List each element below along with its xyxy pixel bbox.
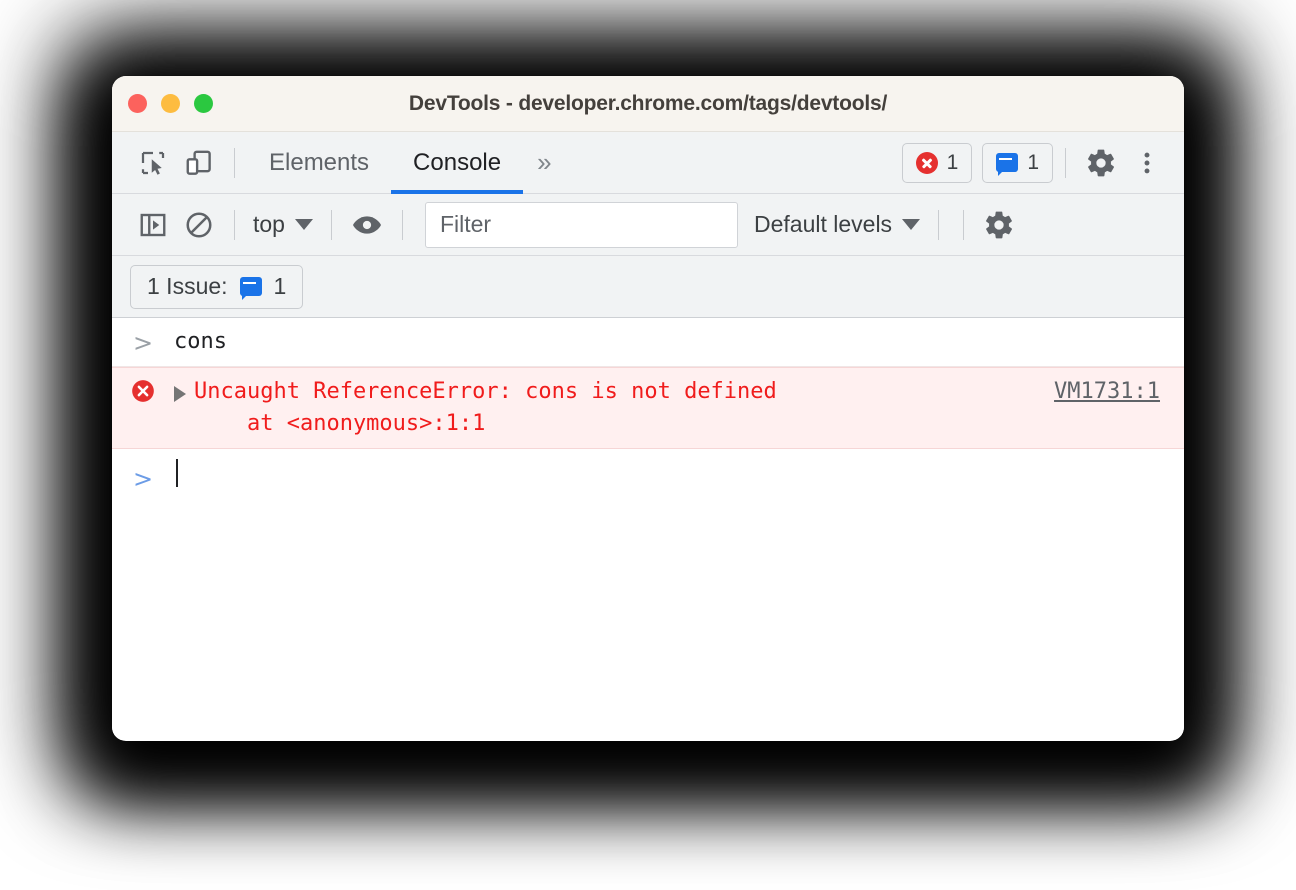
console-error-text: Uncaught ReferenceError: cons is not def… (194, 376, 1030, 440)
gear-icon (1085, 147, 1117, 179)
console-filter-input[interactable]: Filter (424, 201, 738, 248)
text-cursor (176, 459, 178, 487)
console-prompt-input[interactable] (174, 459, 178, 497)
issues-summary-button[interactable]: 1 Issue: 1 (130, 264, 304, 309)
issues-toolbar: 1 Issue: 1 (112, 256, 1184, 318)
devtools-settings-button[interactable] (1078, 140, 1124, 186)
filterbar-divider-4 (938, 209, 940, 240)
console-sidebar-icon (138, 210, 168, 240)
console-error-source-link[interactable]: VM1731:1 (1054, 376, 1184, 408)
console-error-entry[interactable]: Uncaught ReferenceError: cons is not def… (112, 367, 1184, 449)
console-prompt-gutter: > (112, 462, 174, 494)
more-tabs-button[interactable]: » (523, 132, 565, 194)
issues-count-badge[interactable]: 1 (982, 142, 1053, 183)
tab-elements[interactable]: Elements (247, 132, 391, 194)
device-toolbar-button[interactable] (176, 140, 222, 186)
inspect-element-button[interactable] (130, 140, 176, 186)
toolbar-divider (234, 147, 235, 178)
error-circle-icon (130, 378, 156, 404)
chevron-down-icon (902, 219, 921, 230)
console-prompt-entry[interactable]: > (112, 449, 1184, 505)
filterbar-divider-2 (330, 209, 332, 240)
double-chevron-right-icon: » (537, 147, 552, 177)
screenshot-stage: DevTools - developer.chrome.com/tags/dev… (0, 0, 1296, 890)
window-title: DevTools - developer.chrome.com/tags/dev… (408, 91, 888, 115)
issue-message-icon (996, 153, 1019, 176)
console-message-list[interactable]: > cons Uncaught ReferenceError: cons is … (112, 318, 1184, 740)
eye-icon (351, 209, 383, 241)
filterbar-divider-5 (963, 209, 965, 240)
input-prompt-icon: > (132, 329, 154, 357)
console-input-text: cons (174, 329, 227, 354)
issue-message-icon (239, 277, 262, 300)
console-filter-placeholder: Filter (439, 211, 492, 237)
issues-count-value: 1 (1027, 151, 1039, 174)
devtools-more-options-button[interactable] (1124, 140, 1170, 186)
execution-context-label: top (253, 211, 285, 237)
console-error-line-1: Uncaught ReferenceError: cons is not def… (194, 379, 777, 404)
window-titlebar: DevTools - developer.chrome.com/tags/dev… (112, 76, 1184, 132)
log-levels-selector[interactable]: Default levels (748, 203, 926, 247)
error-count-badge[interactable]: 1 (901, 142, 973, 183)
chevron-down-icon (294, 219, 313, 230)
error-count-value: 1 (946, 151, 959, 174)
traffic-light-group (128, 76, 213, 131)
console-sidebar-toggle-button[interactable] (130, 202, 176, 248)
minimize-window-button[interactable] (161, 94, 180, 113)
maximize-window-button[interactable] (194, 94, 213, 113)
log-levels-label: Default levels (753, 211, 893, 237)
devtools-window: DevTools - developer.chrome.com/tags/dev… (112, 76, 1184, 741)
toolbar-divider-2 (1065, 147, 1066, 178)
tab-console[interactable]: Console (391, 132, 524, 194)
console-error-line-2: at <anonymous>:1:1 (194, 411, 486, 436)
filterbar-divider-3 (401, 209, 403, 240)
execution-context-selector[interactable]: top (247, 203, 319, 247)
devtools-tabbar: Elements Console » 1 1 (112, 132, 1184, 194)
issues-summary-label: 1 Issue: (147, 273, 228, 299)
filterbar-divider-1 (234, 209, 235, 240)
console-settings-button[interactable] (976, 202, 1022, 248)
tab-console-label: Console (413, 148, 502, 176)
tab-elements-label: Elements (269, 148, 370, 176)
console-entry-gutter: > (112, 326, 174, 358)
gear-icon (983, 209, 1015, 241)
expand-triangle-icon[interactable] (174, 386, 186, 402)
console-input-entry: > cons (112, 318, 1184, 367)
kebab-menu-icon (1133, 149, 1161, 177)
error-circle-icon (915, 151, 938, 174)
device-toolbar-icon (184, 148, 214, 178)
issues-summary-count: 1 (273, 273, 287, 299)
inspect-element-icon (138, 148, 168, 178)
close-window-button[interactable] (128, 94, 147, 113)
live-expression-button[interactable] (344, 202, 390, 248)
clear-console-icon (184, 210, 214, 240)
console-error-gutter (112, 376, 174, 404)
console-filter-toolbar: top Filter Default levels (112, 194, 1184, 256)
active-prompt-icon: > (132, 465, 154, 493)
clear-console-button[interactable] (176, 202, 222, 248)
